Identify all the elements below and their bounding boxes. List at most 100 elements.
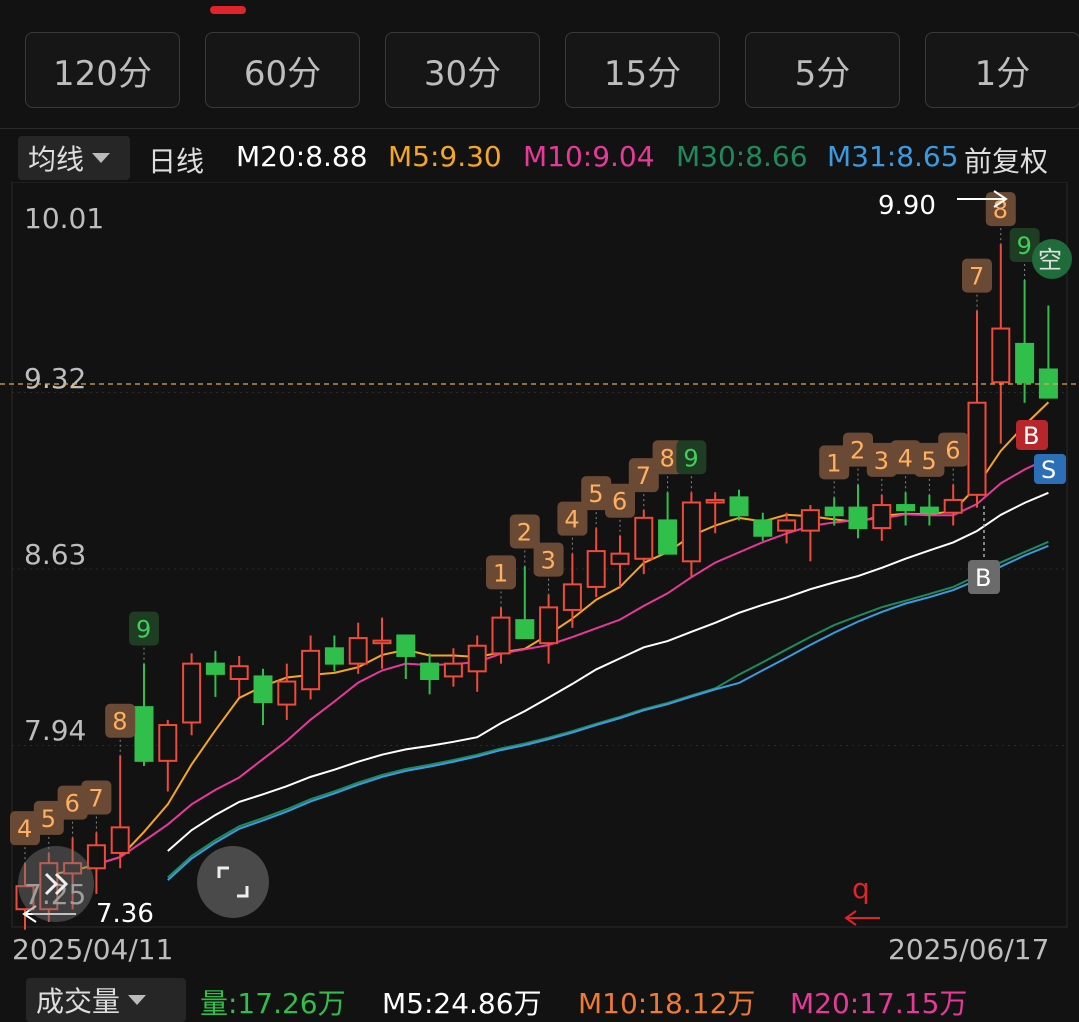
candle-body [420,662,440,680]
collapse-left-button[interactable] [18,846,94,922]
candle-body [348,637,368,665]
candle-body [443,662,463,678]
ma-m5-value: M5:9.30 [388,140,502,173]
td-number: 1 [826,449,841,477]
ma-legend-bar: 均线 日线 M20:8.88 M5:9.30 M10:9.04 M30:8.66… [0,134,1079,182]
marker-q-label: q [852,872,870,905]
tab-15min[interactable]: 15分 [565,32,720,108]
buy-signal-label: B [1023,422,1039,450]
candle-body [753,519,773,537]
tab-60min[interactable]: 60分 [205,32,360,108]
td-number: 5 [41,805,56,833]
td-number: 1 [493,559,508,587]
date-end: 2025/06/17 [888,933,1050,966]
td-number: 6 [612,488,627,516]
td-number: 7 [88,784,103,812]
td-number: 7 [969,263,984,291]
candle-body [253,675,273,704]
buy-signal-label-2: B [975,564,991,592]
candle-body [658,519,678,555]
candle-body [872,504,892,530]
price-tick-2: 8.63 [24,538,86,571]
candle-body [301,649,321,691]
price-tick-0: 10.01 [24,202,104,235]
volume-m10-value: M10:18.12万 [578,987,756,1020]
candle-body [134,706,154,762]
adjust-mode-label[interactable]: 前复权 [964,140,1048,180]
td-number: 6 [65,790,80,818]
candles [15,244,1058,930]
candle-body [182,662,202,724]
candle-body [158,724,178,762]
candle-body [705,498,725,504]
tab-1min[interactable]: 1分 [925,32,1079,108]
ma-selector-label: 均线 [28,143,85,176]
candle-body [991,327,1011,384]
td-number: 9 [1017,232,1032,260]
tab-30min[interactable]: 30分 [385,32,540,108]
sell-signal-label: S [1041,456,1056,484]
td-number: 2 [850,437,865,465]
td-number: 3 [541,547,556,575]
tab-5min[interactable]: 5分 [745,32,900,108]
td-number: 8 [112,708,127,736]
chevron-down-icon [128,995,147,1005]
ma-line-m31 [167,544,1049,881]
td-number: 4 [564,506,579,534]
td-number: 3 [874,447,889,475]
candle-body [515,619,535,640]
candle-body [919,506,939,514]
candle-body [205,662,225,675]
candle-body [110,826,130,854]
double-chevron-icon [44,872,69,896]
candle-body [943,498,963,514]
divider [0,128,1079,129]
candle-body [729,496,749,517]
kline-chart[interactable]: 456789123456789123456789 10.01 9.32 8.63… [0,182,1079,932]
candle-body [562,583,582,611]
candle-body [777,519,797,532]
candle-body [491,616,511,655]
volume-m20-value: M20:17.15万 [790,987,968,1020]
low-price-label: 7.36 [96,899,154,929]
td-number: 2 [517,518,532,546]
price-tick-3: 7.94 [24,714,86,747]
candle-body [229,665,249,680]
period-tabs: 120分 60分 30分 15分 5分 1分 [0,32,1079,110]
fullscreen-button[interactable] [197,846,269,918]
volume-value: 量:17.26万 [200,987,346,1020]
high-price-label: 9.90 [878,191,936,221]
candle-body [967,401,987,496]
candle-body [634,516,654,560]
candle-body [277,680,297,706]
volume-legend-bar: 成交量 量:17.26万 M5:24.86万 M10:18.12万 M20:17… [0,978,1079,1022]
ma-m31-value: M31:8.65 [827,140,959,173]
kline-type-label: 日线 [148,145,205,178]
candle-body [824,506,844,517]
kline-chart-svg[interactable]: 4 56 78912345 678 9 1 2 3 4 5 6789 10.01 9.32 8.63… [0,182,1079,932]
candle-body [800,509,820,532]
price-tick-1: 9.32 [24,362,86,395]
active-tab-indicator [210,6,246,14]
date-start: 2025/04/11 [12,933,174,966]
candle-body [372,639,392,645]
volume-selector-dropdown[interactable]: 成交量 [26,978,186,1022]
candle-body [681,501,701,563]
volume-selector-label: 成交量 [36,985,121,1018]
tab-120min[interactable]: 120分 [25,32,180,108]
td-number: 9 [683,444,698,472]
candle-body [396,634,416,657]
candle-body [610,552,630,565]
chevron-down-icon [92,153,111,163]
candle-body [896,504,916,512]
expand-icon [217,866,249,898]
td-number: 6 [945,437,960,465]
ma-selector-dropdown[interactable]: 均线 [18,136,130,180]
ma-m30-value: M30:8.66 [676,140,808,173]
td-number: 7 [636,462,651,490]
volume-m5-value: M5:24.86万 [382,987,542,1020]
candle-body [467,644,487,673]
ma-m20-value: M20:8.88 [236,140,368,173]
td-number: 4 [898,444,913,472]
candle-body [324,647,344,665]
